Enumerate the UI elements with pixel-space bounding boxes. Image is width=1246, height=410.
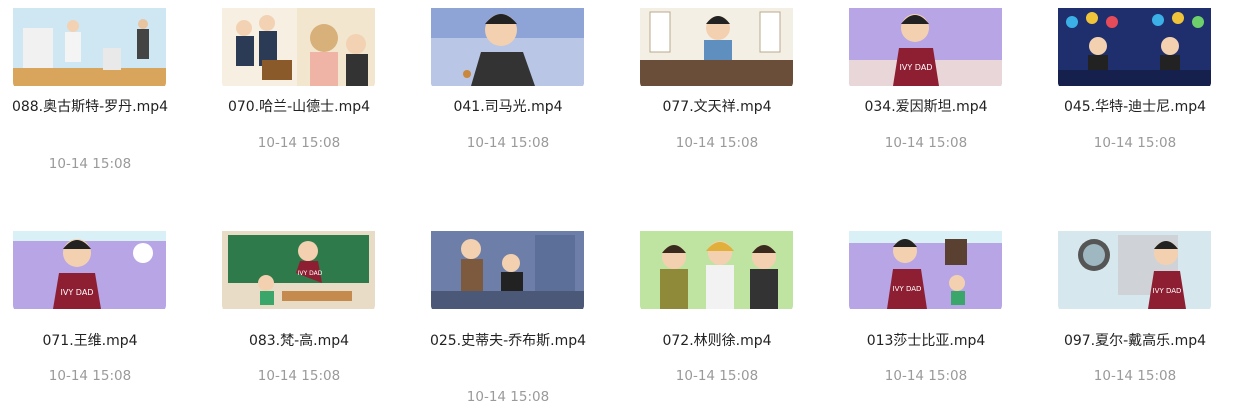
svg-text:IVY DAD: IVY DAD bbox=[893, 285, 922, 293]
video-thumbnail-icon bbox=[431, 231, 584, 309]
file-time: 10-14 15:08 bbox=[466, 389, 550, 405]
file-tile[interactable]: 025.史蒂夫-乔布斯.mp4 10-14 15:08 bbox=[418, 0, 598, 410]
video-thumbnail-icon: IVY DAD bbox=[13, 231, 166, 309]
file-name[interactable]: 071.王维.mp4 bbox=[0, 331, 180, 352]
file-name[interactable]: 025.史蒂夫-乔布斯.mp4 bbox=[418, 331, 598, 352]
video-thumbnail[interactable]: IVY DAD bbox=[222, 223, 375, 313]
video-thumbnail[interactable] bbox=[640, 223, 793, 313]
file-tile[interactable]: IVY DAD 071.王维.mp4 10-14 15:08 bbox=[0, 0, 180, 410]
video-thumbnail[interactable] bbox=[431, 223, 584, 313]
file-time: 10-14 15:08 bbox=[48, 368, 132, 384]
video-thumbnail-icon: IVY DAD bbox=[222, 231, 375, 309]
svg-text:IVY DAD: IVY DAD bbox=[298, 270, 323, 277]
file-tile[interactable]: 072.林则徐.mp4 10-14 15:08 bbox=[627, 0, 807, 410]
file-name[interactable]: 083.梵-高.mp4 bbox=[209, 331, 389, 352]
file-time: 10-14 15:08 bbox=[257, 368, 341, 384]
file-tile[interactable]: IVY DAD 083.梵-高.mp4 10-14 15:08 bbox=[209, 0, 389, 410]
file-name[interactable]: 072.林则徐.mp4 bbox=[627, 331, 807, 352]
file-tile[interactable]: IVY DAD 097.夏尔-戴高乐.mp4 10-14 15:08 bbox=[1045, 0, 1225, 410]
file-time: 10-14 15:08 bbox=[884, 368, 968, 384]
file-grid: 088.奥古斯特-罗丹.mp4 10-14 15:08 070.哈兰-山德士.m… bbox=[0, 0, 1246, 410]
video-thumbnail[interactable]: IVY DAD bbox=[13, 223, 166, 313]
svg-text:IVY DAD: IVY DAD bbox=[61, 288, 94, 297]
video-thumbnail[interactable]: IVY DAD bbox=[849, 223, 1002, 313]
file-time: 10-14 15:08 bbox=[1093, 368, 1177, 384]
file-tile[interactable]: IVY DAD 013莎士比亚.mp4 10-14 15:08 bbox=[836, 0, 1016, 410]
video-thumbnail-icon bbox=[640, 231, 793, 309]
file-name[interactable]: 013莎士比亚.mp4 bbox=[836, 331, 1016, 352]
svg-text:IVY DAD: IVY DAD bbox=[1153, 287, 1182, 295]
video-thumbnail[interactable]: IVY DAD bbox=[1058, 223, 1211, 313]
video-thumbnail-icon: IVY DAD bbox=[849, 231, 1002, 309]
video-thumbnail-icon: IVY DAD bbox=[1058, 231, 1211, 309]
file-name[interactable]: 097.夏尔-戴高乐.mp4 bbox=[1045, 331, 1225, 352]
file-time: 10-14 15:08 bbox=[675, 368, 759, 384]
